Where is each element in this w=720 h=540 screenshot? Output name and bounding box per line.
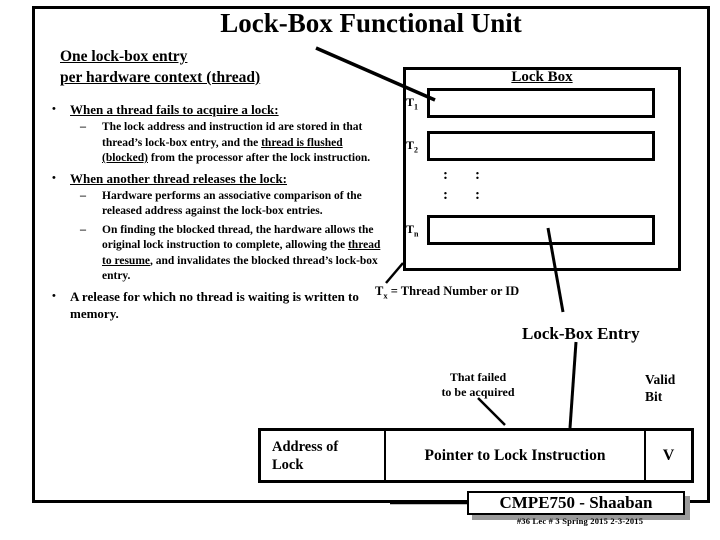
sub-bullet-2-2: – On finding the blocked thread, the hard… <box>40 221 390 285</box>
vertical-dots-col2-bottom: : <box>475 187 480 203</box>
slide-canvas: Lock-Box Functional Unit One lock-box en… <box>0 0 720 540</box>
left-heading-line1: One lock-box entry <box>60 48 188 65</box>
left-heading: One lock-box entry per hardware context … <box>60 46 390 88</box>
lock-box-title: Lock Box <box>511 69 573 85</box>
page-title: Lock-Box Functional Unit <box>220 8 522 38</box>
lock-box-row-n <box>427 215 655 245</box>
bullet-item-2: • When another thread releases the lock: <box>40 170 390 187</box>
vertical-dots-col2-top: : <box>475 167 480 183</box>
footer-banner: CMPE750 - Shaaban <box>467 491 685 515</box>
callout-that-failed: That failed to be acquired <box>432 370 524 400</box>
callout-valid-bit-line2: Bit <box>645 389 663 404</box>
vertical-dots-col1-top: : <box>443 167 448 183</box>
callout-valid-bit: Valid Bit <box>645 371 701 405</box>
thread-number-legend: Tx = Thread Number or ID <box>375 284 520 301</box>
sub-bullet-marker: – <box>80 221 86 236</box>
lock-box-entry-heading: Lock-Box Entry <box>522 324 640 343</box>
entry-cell-address-of-lock: Address of Lock <box>261 431 386 480</box>
lock-box-row-2-label: T2 <box>406 138 419 155</box>
sub-bullet-2-1-part1: Hardware performs an associative compari… <box>102 189 362 218</box>
vertical-dots-col1-bottom: : <box>443 187 448 203</box>
callout-that-failed-line1: That failed <box>449 370 507 384</box>
bullet-item-1: • When a thread fails to acquire a lock: <box>40 101 390 118</box>
bullet-list: • When a thread fails to acquire a lock:… <box>40 101 390 324</box>
sub-bullet-2-1: – Hardware performs an associative compa… <box>40 187 390 220</box>
callout-valid-bit-line1: Valid <box>645 372 676 387</box>
bullet-marker: • <box>52 289 56 302</box>
left-heading-line2: per hardware context (thread) <box>60 69 261 86</box>
entry-cell-address-line2: Lock <box>272 456 304 473</box>
entry-cell-valid: V <box>646 431 691 480</box>
sub-bullet-1-1: – The lock address and instruction id are… <box>40 119 390 167</box>
sub-bullet-marker: – <box>80 119 86 133</box>
entry-cell-address-line1: Address of <box>272 438 339 455</box>
bullet-2-text: When another thread releases the lock: <box>70 170 288 186</box>
sub-bullet-marker: – <box>80 187 86 202</box>
lock-box-entry-table: Address of Lock Pointer to Lock Instruct… <box>258 428 694 483</box>
bullet-marker: • <box>52 171 56 184</box>
lock-box-row-2 <box>427 131 655 161</box>
sub-bullet-1-1-part2: from the processor after the lock instru… <box>148 152 371 164</box>
bullet-item-3: • A release for which no thread is waiti… <box>40 288 390 322</box>
bullet-1-text: When a thread fails to acquire a lock: <box>70 102 279 117</box>
bullet-marker: • <box>52 103 56 115</box>
footer-fine-print: #36 Lec # 3 Spring 2015 2-3-2015 <box>516 516 644 526</box>
callout-that-failed-line2: to be acquired <box>441 385 515 399</box>
lock-box-row-1 <box>427 88 655 118</box>
sub-bullet-2-2-part1: On finding the blocked thread, the hardw… <box>102 223 374 252</box>
bullet-3-text: A release for which no thread is waiting… <box>70 288 359 321</box>
entry-cell-pointer: Pointer to Lock Instruction <box>386 431 646 480</box>
lock-box-row-1-label: T1 <box>406 95 419 112</box>
lock-box-row-n-label: Tn <box>406 222 419 239</box>
